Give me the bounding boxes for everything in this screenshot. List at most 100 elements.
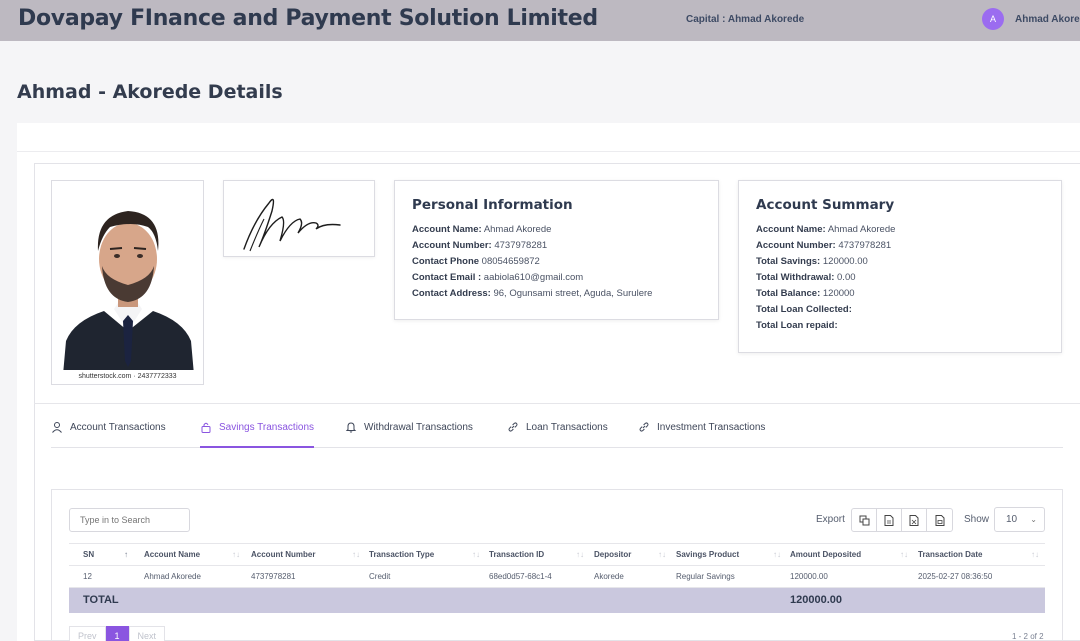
- contact-address-value: 96, Ogunsami street, Aguda, Surulere: [493, 288, 653, 299]
- summary-row: Account Number: 4737978281: [756, 238, 1044, 254]
- signature-image: [243, 198, 341, 252]
- cell-account-number: 4737978281: [251, 572, 296, 581]
- link-icon: [639, 422, 649, 432]
- tab-label: Account Transactions: [70, 422, 166, 433]
- page-1-button[interactable]: 1: [105, 626, 129, 641]
- account-summary-title: Account Summary: [756, 197, 895, 213]
- export-label: Export: [816, 514, 845, 525]
- top-navbar: Dovapay FInance and Payment Solution Lim…: [0, 0, 1080, 41]
- total-label: TOTAL: [83, 594, 119, 606]
- column-header-account-name[interactable]: Account Name: [144, 544, 200, 565]
- summary-row: Total Savings: 120000.00: [756, 254, 1044, 270]
- file-excel-icon: [909, 514, 919, 526]
- summary-label: Account Name:: [756, 224, 826, 235]
- sort-icon[interactable]: ↑↓: [576, 544, 584, 565]
- show-label: Show: [964, 514, 990, 525]
- link-icon: [508, 422, 518, 432]
- account-name-label: Account Name:: [412, 224, 482, 235]
- sort-icon[interactable]: ↑↓: [773, 544, 781, 565]
- total-value: 120000.00: [790, 594, 842, 606]
- pdf-export-button[interactable]: [927, 509, 952, 531]
- contact-address-label: Contact Address:: [412, 288, 491, 299]
- summary-label: Total Loan repaid:: [756, 320, 838, 331]
- sort-icon[interactable]: ↑↓: [1031, 544, 1039, 565]
- summary-value: 4737978281: [838, 240, 892, 251]
- summary-label: Total Withdrawal:: [756, 272, 835, 283]
- total-row: TOTAL 120000.00: [69, 588, 1045, 613]
- column-header-depositor[interactable]: Depositor: [594, 544, 631, 565]
- sort-icon[interactable]: ↑↓: [352, 544, 360, 565]
- column-header-sn[interactable]: SN: [83, 544, 94, 565]
- account-number-label: Account Number:: [412, 240, 492, 251]
- sort-icon[interactable]: ↑: [124, 544, 128, 565]
- summary-value: 0.00: [837, 272, 856, 283]
- tab-loan-transactions[interactable]: Loan Transactions: [507, 419, 608, 448]
- summary-label: Total Balance:: [756, 288, 821, 299]
- capital-label: Capital : Ahmad Akorede: [686, 14, 805, 25]
- personal-information-card: Personal Information Account Name: Ahmad…: [394, 180, 719, 320]
- pagination: Prev 1 Next: [69, 626, 166, 641]
- info-row: Account Number: 4737978281: [412, 238, 701, 254]
- sort-icon[interactable]: ↑↓: [232, 544, 240, 565]
- card-header-divider: [17, 151, 1080, 152]
- cell-depositor: Akorede: [594, 572, 624, 581]
- user-avatar[interactable]: A: [982, 8, 1004, 30]
- info-row: Contact Email : aabiola610@gmail.com: [412, 270, 701, 286]
- column-header-transaction-date[interactable]: Transaction Date: [918, 544, 982, 565]
- excel-export-button[interactable]: [902, 509, 927, 531]
- bell-icon: [345, 422, 357, 433]
- page-size-select[interactable]: 10 ⌄: [994, 507, 1045, 532]
- cell-amount-deposited: 120000.00: [790, 572, 828, 581]
- profile-divider: [34, 403, 1080, 404]
- tab-withdrawal-transactions[interactable]: Withdrawal Transactions: [345, 419, 473, 448]
- column-header-savings-product[interactable]: Savings Product: [676, 544, 739, 565]
- column-header-transaction-type[interactable]: Transaction Type: [369, 544, 434, 565]
- column-header-transaction-id[interactable]: Transaction ID: [489, 544, 544, 565]
- export-buttons: [851, 508, 953, 532]
- column-header-amount-deposited[interactable]: Amount Deposited: [790, 544, 861, 565]
- table-header: SN ↑ Account Name ↑↓ Account Number ↑↓ T…: [69, 543, 1045, 566]
- tab-label: Investment Transactions: [657, 422, 766, 433]
- brand-name: Dovapay FInance and Payment Solution Lim…: [18, 6, 598, 31]
- table-row[interactable]: 12 Ahmad Akorede 4737978281 Credit 68ed0…: [69, 566, 1045, 588]
- column-header-account-number[interactable]: Account Number: [251, 544, 315, 565]
- csv-export-button[interactable]: [877, 509, 902, 531]
- user-icon: [52, 422, 62, 433]
- lock-icon: [201, 422, 211, 433]
- prev-page-button[interactable]: Prev: [69, 626, 106, 641]
- info-row: Contact Address: 96, Ogunsami street, Ag…: [412, 286, 701, 302]
- tab-account-transactions[interactable]: Account Transactions: [51, 419, 166, 448]
- tab-investment-transactions[interactable]: Investment Transactions: [638, 419, 765, 448]
- tab-label: Withdrawal Transactions: [364, 422, 473, 433]
- cell-transaction-date: 2025-02-27 08:36:50: [918, 572, 993, 581]
- contact-phone-label: Contact Phone: [412, 256, 480, 267]
- profile-photo: shutterstock.com · 2437772333: [51, 180, 204, 385]
- cell-transaction-type: Credit: [369, 572, 391, 581]
- person-photo-illustration: [52, 181, 203, 384]
- account-number-value: 4737978281: [494, 240, 548, 251]
- tab-savings-transactions[interactable]: Savings Transactions: [200, 419, 315, 448]
- contact-email-label: Contact Email :: [412, 272, 482, 283]
- account-name-value: Ahmad Akorede: [483, 224, 552, 235]
- tab-label: Loan Transactions: [526, 422, 608, 433]
- copy-icon: [859, 515, 869, 525]
- sort-icon[interactable]: ↑↓: [472, 544, 480, 565]
- summary-label: Account Number:: [756, 240, 836, 251]
- copy-button[interactable]: [852, 509, 877, 531]
- page-info: 1 - 2 of 2: [1012, 632, 1044, 641]
- summary-label: Total Loan Collected:: [756, 304, 852, 315]
- search-input[interactable]: [69, 508, 190, 532]
- signature-box: [223, 180, 375, 257]
- summary-row: Total Loan Collected:: [756, 302, 1044, 318]
- summary-label: Total Savings:: [756, 256, 821, 267]
- sort-icon[interactable]: ↑↓: [658, 544, 666, 565]
- page-size-value: 10: [1006, 514, 1018, 525]
- file-csv-icon: [884, 514, 894, 526]
- user-name[interactable]: Ahmad Akorede: [1015, 14, 1080, 25]
- transaction-tabs: Account Transactions Savings Transaction…: [51, 419, 1063, 448]
- cell-account-name: Ahmad Akorede: [144, 572, 201, 581]
- next-page-button[interactable]: Next: [128, 626, 166, 641]
- sort-icon[interactable]: ↑↓: [900, 544, 908, 565]
- cell-sn: 12: [83, 572, 92, 581]
- avatar-initial: A: [989, 14, 996, 24]
